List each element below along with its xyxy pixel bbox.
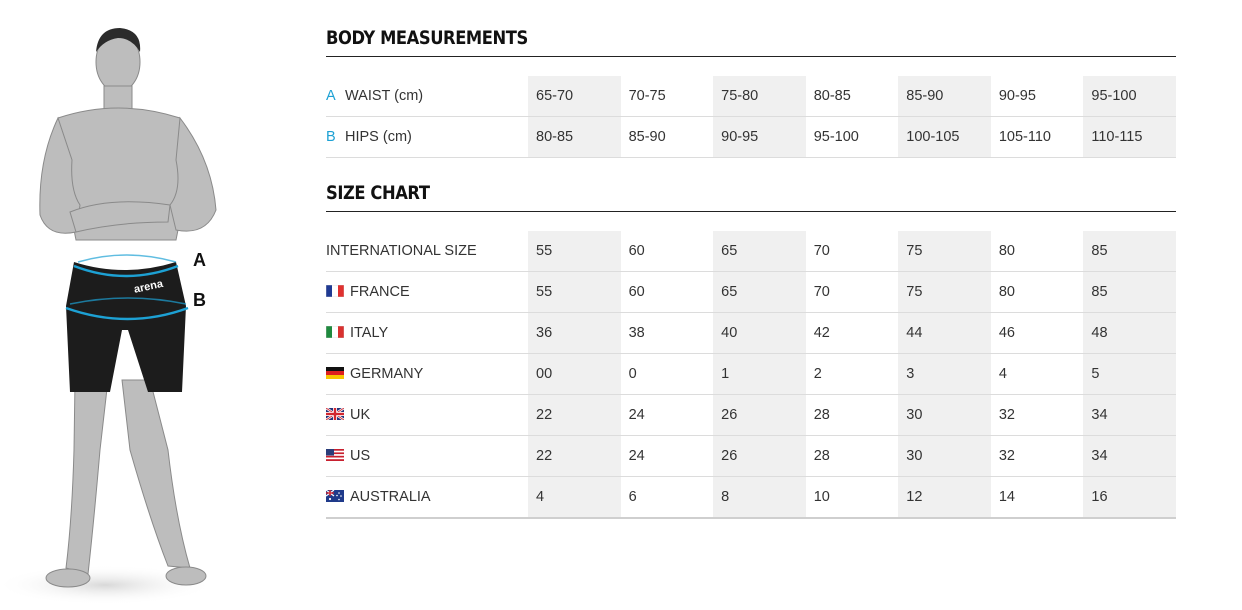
waist-marker: A <box>193 250 206 270</box>
table-cell: 80 <box>990 271 1084 313</box>
table-cell: 65 <box>713 271 806 313</box>
table-cell: 0 <box>620 353 714 395</box>
table-cell: 105-110 <box>990 116 1084 158</box>
row-label: UK <box>326 394 528 436</box>
hips-marker: B <box>193 290 206 310</box>
table-cell: 80-85 <box>528 116 621 158</box>
table-cell: 95-100 <box>1083 76 1176 117</box>
table-cell: 1 <box>713 353 806 395</box>
france-flag-icon <box>326 285 344 297</box>
row-label: INTERNATIONAL SIZE <box>326 231 528 272</box>
table-cell: 24 <box>620 435 714 477</box>
row-label: A WAIST (cm) <box>326 76 528 117</box>
table-cell: 75-80 <box>713 76 806 117</box>
table-cell: 36 <box>528 312 621 354</box>
table-cell: 70 <box>805 231 899 272</box>
table-cell: 46 <box>990 312 1084 354</box>
measure-letter: B <box>326 129 336 145</box>
table-cell: 44 <box>898 312 991 354</box>
table-cell: 90-95 <box>990 76 1084 117</box>
table-cell: 28 <box>805 394 899 436</box>
table-cell: 6 <box>620 476 714 519</box>
table-cell: 70-75 <box>620 76 714 117</box>
us-flag-icon <box>326 449 344 461</box>
table-cell: 65 <box>713 231 806 272</box>
table-cell: 14 <box>990 476 1084 519</box>
table-cell: 2 <box>805 353 899 395</box>
table-cell: 60 <box>620 231 714 272</box>
table-cell: 75 <box>898 231 991 272</box>
table-cell: 28 <box>805 435 899 477</box>
table-cell: 95-100 <box>805 116 899 158</box>
table-cell: 85 <box>1083 231 1176 272</box>
table-row: GERMANY 00 0 1 2 3 4 5 <box>326 353 1176 395</box>
table-cell: 5 <box>1083 353 1176 395</box>
table-cell: 34 <box>1083 435 1176 477</box>
table-row: UK 22 24 26 28 30 32 34 <box>326 394 1176 436</box>
row-label: AUSTRALIA <box>326 476 528 519</box>
table-cell: 30 <box>898 394 991 436</box>
table-cell: 100-105 <box>898 116 991 158</box>
uk-flag-icon <box>326 408 344 420</box>
model-figure: arena A B <box>0 0 260 605</box>
table-cell: 75 <box>898 271 991 313</box>
row-label: GERMANY <box>326 353 528 395</box>
table-cell: 55 <box>528 271 621 313</box>
table-cell: 32 <box>990 435 1084 477</box>
row-label: FRANCE <box>326 271 528 313</box>
table-row: AUSTRALIA 4 6 8 10 12 14 16 <box>326 476 1176 519</box>
table-cell: 38 <box>620 312 714 354</box>
table-cell: 55 <box>528 231 621 272</box>
measure-letter: A <box>326 88 336 104</box>
table-cell: 80-85 <box>805 76 899 117</box>
table-row: FRANCE 55 60 65 70 75 80 85 <box>326 271 1176 313</box>
table-cell: 00 <box>528 353 621 395</box>
table-row: B HIPS (cm) 80-85 85-90 90-95 95-100 100-… <box>326 116 1176 158</box>
table-cell: 110-115 <box>1083 116 1176 158</box>
table-row: US 22 24 26 28 30 32 34 <box>326 435 1176 477</box>
table-cell: 10 <box>805 476 899 519</box>
table-cell: 90-95 <box>713 116 806 158</box>
table-cell: 42 <box>805 312 899 354</box>
table-cell: 3 <box>898 353 991 395</box>
table-cell: 34 <box>1083 394 1176 436</box>
row-label: ITALY <box>326 312 528 354</box>
table-cell: 60 <box>620 271 714 313</box>
germany-flag-icon <box>326 367 344 379</box>
table-cell: 22 <box>528 394 621 436</box>
size-chart-title: SIZE CHART <box>326 182 430 204</box>
table-cell: 30 <box>898 435 991 477</box>
table-cell: 24 <box>620 394 714 436</box>
table-cell: 32 <box>990 394 1084 436</box>
australia-flag-icon <box>326 490 344 502</box>
table-cell: 12 <box>898 476 991 519</box>
table-cell: 40 <box>713 312 806 354</box>
table-cell: 16 <box>1083 476 1176 519</box>
body-measurements-divider <box>326 56 1176 57</box>
table-cell: 65-70 <box>528 76 621 117</box>
size-chart-table: INTERNATIONAL SIZE 55 60 65 70 75 80 85 … <box>326 231 1176 519</box>
row-label: US <box>326 435 528 477</box>
table-cell: 26 <box>713 394 806 436</box>
body-measurements-title: BODY MEASUREMENTS <box>326 27 528 49</box>
table-row: ITALY 36 38 40 42 44 46 48 <box>326 312 1176 354</box>
italy-flag-icon <box>326 326 344 338</box>
row-label: B HIPS (cm) <box>326 116 528 158</box>
table-cell: 26 <box>713 435 806 477</box>
table-cell: 80 <box>990 231 1084 272</box>
table-cell: 85 <box>1083 271 1176 313</box>
table-cell: 4 <box>990 353 1084 395</box>
body-measurements-table: A WAIST (cm) 65-70 70-75 75-80 80-85 85-9… <box>326 76 1176 158</box>
table-cell: 48 <box>1083 312 1176 354</box>
table-row: A WAIST (cm) 65-70 70-75 75-80 80-85 85-9… <box>326 76 1176 117</box>
table-cell: 85-90 <box>620 116 714 158</box>
table-cell: 8 <box>713 476 806 519</box>
table-cell: 22 <box>528 435 621 477</box>
table-cell: 4 <box>528 476 621 519</box>
size-chart-divider <box>326 211 1176 212</box>
table-row: INTERNATIONAL SIZE 55 60 65 70 75 80 85 <box>326 231 1176 272</box>
table-cell: 85-90 <box>898 76 991 117</box>
table-cell: 70 <box>805 271 899 313</box>
